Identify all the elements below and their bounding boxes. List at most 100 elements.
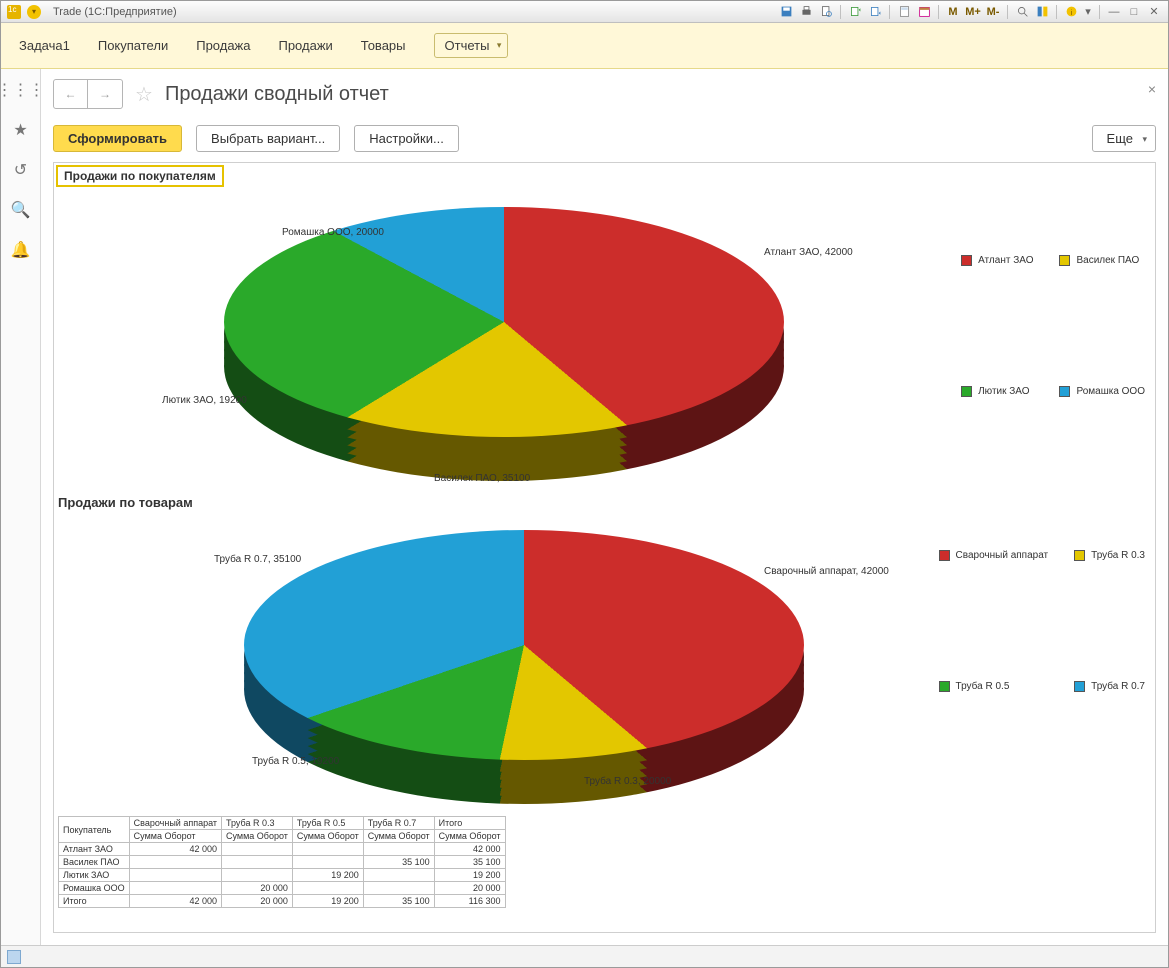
bell-icon[interactable]: 🔔 <box>10 239 32 261</box>
section-task1[interactable]: Задача1 <box>19 38 70 53</box>
history-icon[interactable]: ↺ <box>10 159 32 181</box>
nav-back-button[interactable]: ← <box>54 80 88 108</box>
section-bar: Задача1 Покупатели Продажа Продажи Товар… <box>1 23 1168 69</box>
section-buyers[interactable]: Покупатели <box>98 38 168 53</box>
doc-down-icon[interactable] <box>867 4 883 20</box>
cell <box>363 843 434 856</box>
cell: 20 000 <box>434 882 505 895</box>
swatch <box>1059 255 1070 266</box>
legend-label: Труба R 0.3 <box>1091 550 1145 561</box>
sub: Сумма Оборот <box>292 830 363 843</box>
legend-label: Труба R 0.5 <box>956 681 1010 692</box>
cell: Атлант ЗАО <box>59 843 130 856</box>
legend-label: Труба R 0.7 <box>1091 681 1145 692</box>
app-icon <box>7 5 21 19</box>
col-buyer: Покупатель <box>59 817 130 843</box>
legend-label: Атлант ЗАО <box>978 255 1033 266</box>
legend-item: Ромашка ООО <box>1059 386 1145 397</box>
section-goods[interactable]: Товары <box>361 38 406 53</box>
legend-label: Ромашка ООО <box>1076 386 1145 397</box>
legend-item: Труба R 0.5 <box>939 681 1049 692</box>
cell: 35 100 <box>363 895 434 908</box>
cell <box>222 856 293 869</box>
generate-button[interactable]: Сформировать <box>53 125 182 152</box>
maximize-button[interactable]: □ <box>1126 4 1142 20</box>
callout-lutik: Лютик ЗАО, 19200 <box>162 395 247 406</box>
save-icon[interactable] <box>778 4 794 20</box>
section-reports[interactable]: Отчеты <box>434 33 509 58</box>
legend-item: Труба R 0.3 <box>1074 550 1145 561</box>
cell: Василек ПАО <box>59 856 130 869</box>
callout-r07: Труба R 0.7, 35100 <box>214 554 301 565</box>
page-header: ← → ☆ Продажи сводный отчет × <box>53 79 1156 109</box>
swatch <box>1074 681 1085 692</box>
choose-variant-button[interactable]: Выбрать вариант... <box>196 125 340 152</box>
memory-mplus-button[interactable]: M+ <box>965 4 981 20</box>
calendar-icon[interactable] <box>916 4 932 20</box>
print-icon[interactable] <box>798 4 814 20</box>
preview-icon[interactable] <box>818 4 834 20</box>
content-area: ← → ☆ Продажи сводный отчет × Сформирова… <box>41 69 1168 945</box>
minimize-button[interactable]: — <box>1106 4 1122 20</box>
cell <box>129 869 221 882</box>
legend-item: Лютик ЗАО <box>961 386 1033 397</box>
zoom-icon[interactable] <box>1014 4 1030 20</box>
sub: Сумма Оборот <box>222 830 293 843</box>
cell <box>292 856 363 869</box>
settings-button[interactable]: Настройки... <box>354 125 459 152</box>
section-label-goods: Продажи по товарам <box>58 495 1155 510</box>
more-button[interactable]: Еще <box>1092 125 1156 152</box>
swatch <box>939 550 950 561</box>
cell <box>292 882 363 895</box>
section-sale[interactable]: Продажа <box>196 38 250 53</box>
cell <box>222 843 293 856</box>
legend-label: Лютик ЗАО <box>978 386 1029 397</box>
table-row: Атлант ЗАО42 00042 000 <box>59 843 506 856</box>
cell: Итого <box>59 895 130 908</box>
nav-forward-button[interactable]: → <box>88 80 122 108</box>
search-icon[interactable]: 🔍 <box>10 199 32 221</box>
statusbar-icon[interactable] <box>7 950 21 964</box>
col-c1: Сварочный аппарат <box>129 817 221 830</box>
table-row: Лютик ЗАО19 20019 200 <box>59 869 506 882</box>
swatch <box>961 386 972 397</box>
grid-icon[interactable]: ⋮⋮⋮ <box>10 79 32 101</box>
memory-m-button[interactable]: M <box>945 4 961 20</box>
swatch <box>939 681 950 692</box>
legend-item: Василек ПАО <box>1059 255 1145 266</box>
chart-buyers: Атлант ЗАО, 42000 Василек ПАО, 35100 Лют… <box>54 187 1155 487</box>
sub: Сумма Оборот <box>434 830 505 843</box>
legend-goods: Сварочный аппарат Труба R 0.3 Труба R 0.… <box>939 550 1145 692</box>
chart-goods: Сварочный аппарат, 42000 Труба R 0.3, 20… <box>54 510 1155 810</box>
table-footer-row: Итого 42 000 20 000 19 200 35 100 116 30… <box>59 895 506 908</box>
cell: 42 000 <box>129 895 221 908</box>
info-icon[interactable]: i <box>1063 4 1079 20</box>
cell <box>363 869 434 882</box>
cell <box>129 856 221 869</box>
panes-icon[interactable] <box>1034 4 1050 20</box>
col-c3: Труба R 0.5 <box>292 817 363 830</box>
star-icon[interactable]: ★ <box>10 119 32 141</box>
cell: 42 000 <box>129 843 221 856</box>
app-menu-dropdown[interactable]: ▾ <box>27 5 41 19</box>
doc-up-icon[interactable] <box>847 4 863 20</box>
info-dropdown-icon[interactable]: ▾ <box>1083 4 1093 20</box>
memory-mminus-button[interactable]: M- <box>985 4 1001 20</box>
cell: Лютик ЗАО <box>59 869 130 882</box>
favorite-star-icon[interactable]: ☆ <box>135 82 153 107</box>
legend-label: Василек ПАО <box>1076 255 1139 266</box>
left-sidebar: ⋮⋮⋮ ★ ↺ 🔍 🔔 <box>1 69 41 945</box>
calc-icon[interactable] <box>896 4 912 20</box>
cell: 42 000 <box>434 843 505 856</box>
cell: 20 000 <box>222 882 293 895</box>
report-body: Продажи по покупателям Атлант ЗАО <box>53 162 1156 933</box>
section-sales[interactable]: Продажи <box>278 38 332 53</box>
cell: 20 000 <box>222 895 293 908</box>
cell: 19 200 <box>292 895 363 908</box>
col-c4: Труба R 0.7 <box>363 817 434 830</box>
callout-atlant: Атлант ЗАО, 42000 <box>764 247 853 258</box>
legend-item: Атлант ЗАО <box>961 255 1033 266</box>
close-window-button[interactable]: ✕ <box>1146 4 1162 20</box>
close-page-button[interactable]: × <box>1148 81 1156 97</box>
nav-arrows: ← → <box>53 79 123 109</box>
